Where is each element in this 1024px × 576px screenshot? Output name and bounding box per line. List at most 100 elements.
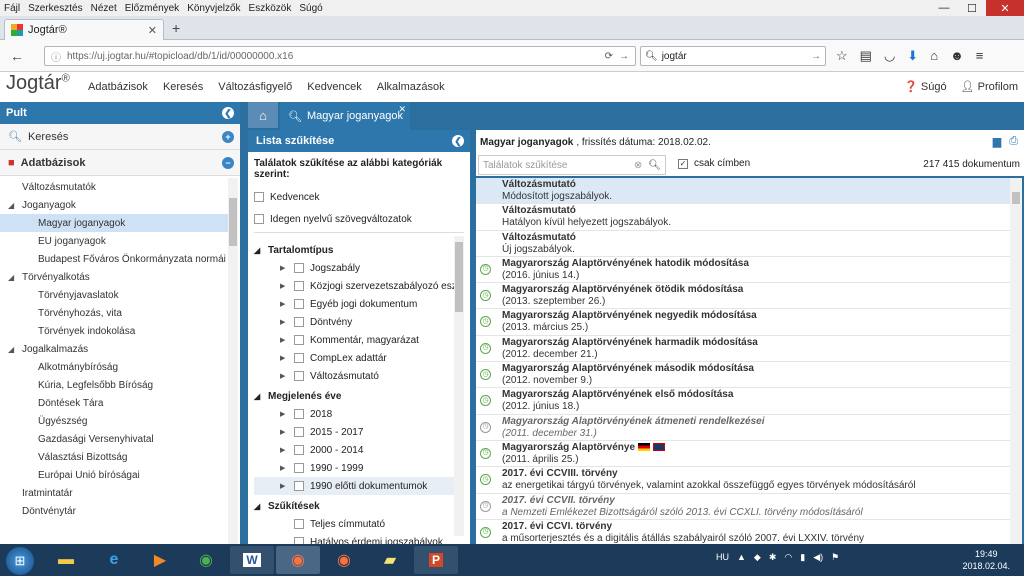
document-icon[interactable]: ▆ xyxy=(993,135,1001,148)
menu-item-1[interactable]: Szerkesztés xyxy=(28,3,82,14)
bookmark-star-icon[interactable]: ☆ xyxy=(836,48,848,64)
tree-item[interactable]: ◢ Jogalkalmazás xyxy=(0,340,228,358)
network-icon[interactable]: ▮ xyxy=(800,552,805,563)
result-item[interactable]: Változásmutató Módosított jogszabályok. xyxy=(476,178,1010,205)
checkbox[interactable] xyxy=(294,519,304,529)
german-flag-icon[interactable] xyxy=(638,443,651,452)
firefox-second-icon[interactable]: ◉ xyxy=(322,546,366,574)
result-item[interactable]: ◷ Magyarország Alaptörvényének második mó… xyxy=(476,362,1010,389)
info-icon[interactable]: ⓘ xyxy=(51,49,61,64)
result-item[interactable]: ◷ 2017. évi CCVI. törvény a műsorterjeszté… xyxy=(476,520,1010,544)
result-item[interactable]: ◷ Magyarország Alaptörvényének ötödik mód… xyxy=(476,283,1010,310)
result-item[interactable]: ◷ Magyarország Alaptörvényének első módos… xyxy=(476,388,1010,415)
group-year[interactable]: ◢ Megjelenés éve xyxy=(254,387,464,405)
brand-logo[interactable]: Jogtár® xyxy=(6,72,70,95)
checkbox[interactable] xyxy=(294,281,304,291)
tab-close-icon[interactable]: ✕ xyxy=(398,104,406,115)
tree-item[interactable]: Alkotmánybíróság xyxy=(0,358,228,376)
checkbox[interactable] xyxy=(294,371,304,381)
chat-icon[interactable]: ☻ xyxy=(950,48,964,64)
result-item[interactable]: ◷ Magyarország Alaptörvényének harmadik m… xyxy=(476,336,1010,363)
result-title[interactable]: 2017. évi CCVIII. törvény xyxy=(502,468,1010,480)
volume-icon[interactable]: ◀) xyxy=(813,552,823,563)
tree-toggle-icon[interactable]: ◢ xyxy=(8,345,22,354)
start-button-icon[interactable]: ⊞ xyxy=(6,547,34,575)
collapse-left-icon[interactable]: ❮ xyxy=(222,107,234,119)
firefox-icon[interactable]: ◉ xyxy=(276,546,320,574)
app-nav-item-0[interactable]: Adatbázisok xyxy=(88,81,148,93)
clock[interactable]: 19:49 2018.02.04. xyxy=(962,548,1010,572)
filter-option[interactable]: ▶ 1990 előtti dokumentumok xyxy=(254,477,464,495)
tree-item[interactable]: Döntvénytár xyxy=(0,502,228,520)
result-title[interactable]: Magyarország Alaptörvényének második mód… xyxy=(502,363,1010,375)
filter-option[interactable]: ▶ CompLex adattár xyxy=(254,349,464,367)
tray-arrow-icon[interactable]: ▲ xyxy=(737,552,746,563)
search-section[interactable]: 🔍︎ Keresés + xyxy=(0,124,240,150)
app-nav-item-4[interactable]: Alkalmazások xyxy=(377,81,445,93)
url-bar[interactable]: ⓘ https://uj.jogtar.hu/#topicload/db/1/i… xyxy=(44,46,636,66)
collapse-filter-icon[interactable]: ❮ xyxy=(452,135,464,147)
search-icon[interactable]: 🔍︎ xyxy=(648,160,661,171)
tree-toggle-icon[interactable]: ◢ xyxy=(8,273,22,282)
tree-item[interactable]: Változásmutatók xyxy=(0,178,228,196)
expand-icon[interactable]: ▶ xyxy=(280,372,294,380)
home-icon[interactable]: ⌂ xyxy=(930,48,938,64)
result-title[interactable]: Magyarország Alaptörvényének átmeneti re… xyxy=(502,416,1010,428)
expand-icon[interactable]: ▶ xyxy=(280,428,294,436)
expand-icon[interactable]: ▶ xyxy=(280,354,294,362)
language-indicator[interactable]: HU xyxy=(716,552,729,563)
maximize-icon[interactable]: ☐ xyxy=(958,0,986,16)
tree-item[interactable]: Gazdasági Versenyhivatal xyxy=(0,430,228,448)
tree-item[interactable]: ◢ Joganyagok xyxy=(0,196,228,214)
expand-icon[interactable]: ▶ xyxy=(280,410,294,418)
chrome-icon[interactable]: ◉ xyxy=(184,546,228,574)
tree-item[interactable]: Törvényhozás, vita xyxy=(0,304,228,322)
tree-item[interactable]: Budapest Főváros Önkormányzata normái xyxy=(0,250,228,268)
checkbox[interactable] xyxy=(294,299,304,309)
file-explorer-icon[interactable]: ▬ xyxy=(44,546,88,574)
result-title[interactable]: Magyarország Alaptörvényének ötödik módo… xyxy=(502,284,1010,296)
download-icon[interactable]: ⬇ xyxy=(907,48,918,64)
expand-icon[interactable]: ▶ xyxy=(280,300,294,308)
only-title-checkbox[interactable]: ✓ csak címben xyxy=(678,158,750,169)
filter-option[interactable]: ▶ Egyéb jogi dokumentum xyxy=(254,295,464,313)
result-title[interactable]: Változásmutató xyxy=(502,232,1010,244)
english-flag-icon[interactable] xyxy=(653,443,666,452)
media-player-icon[interactable]: ▶ xyxy=(138,546,182,574)
results-filter-input[interactable]: Találatok szűkítése ⊗ 🔍︎ xyxy=(478,155,666,175)
clear-icon[interactable]: ⊗ xyxy=(634,160,642,171)
filter-option[interactable]: ▶ Döntvény xyxy=(254,313,464,331)
checkbox[interactable] xyxy=(294,409,304,419)
filter-option[interactable]: ▶ 2015 - 2017 xyxy=(254,423,464,441)
tree-item[interactable]: Ügyészség xyxy=(0,412,228,430)
search-go-icon[interactable]: → xyxy=(811,51,821,62)
filter-option[interactable]: ▶ Változásmutató xyxy=(254,367,464,385)
expand-icon[interactable]: ▶ xyxy=(280,464,294,472)
tree-item[interactable]: Kúria, Legfelsőbb Bíróság xyxy=(0,376,228,394)
result-item[interactable]: Változásmutató Új jogszabályok. xyxy=(476,231,1010,257)
checkbox[interactable] xyxy=(294,481,304,491)
tree-item[interactable]: Törvények indokolása xyxy=(0,322,228,340)
flag-icon[interactable]: ⚑ xyxy=(831,552,839,563)
pocket-icon[interactable]: ◡ xyxy=(884,48,895,64)
filter-option[interactable]: ▶ 1990 - 1999 xyxy=(254,459,464,477)
menu-item-0[interactable]: Fájl xyxy=(4,3,20,14)
profile-link[interactable]: 👤︎ Profilom xyxy=(961,80,1018,93)
result-item[interactable]: ◷ Magyarország Alaptörvényének átmeneti r… xyxy=(476,415,1010,441)
tree-item[interactable]: Európai Unió bíróságai xyxy=(0,466,228,484)
tree-item[interactable]: Magyar joganyagok xyxy=(0,214,228,232)
home-tab-icon[interactable]: ⌂ xyxy=(248,102,278,128)
result-title[interactable]: Magyarország Alaptörvényének hatodik mód… xyxy=(502,258,1010,270)
powerpoint-icon[interactable]: P xyxy=(414,546,458,574)
tree-item[interactable]: Törvényjavaslatok xyxy=(0,286,228,304)
foreign-checkbox[interactable]: Idegen nyelvű szövegváltozatok xyxy=(254,208,464,230)
menu-item-2[interactable]: Nézet xyxy=(91,3,117,14)
result-title[interactable]: Magyarország Alaptörvényének negyedik mó… xyxy=(502,310,1010,322)
favorites-checkbox[interactable]: Kedvencek xyxy=(254,186,464,208)
menu-item-3[interactable]: Előzmények xyxy=(125,3,179,14)
results-scrollbar[interactable] xyxy=(1010,178,1022,544)
expand-icon[interactable]: ▶ xyxy=(280,264,294,272)
checkbox[interactable] xyxy=(294,427,304,437)
tree-item[interactable]: Döntések Tára xyxy=(0,394,228,412)
expand-search-icon[interactable]: + xyxy=(222,130,234,143)
